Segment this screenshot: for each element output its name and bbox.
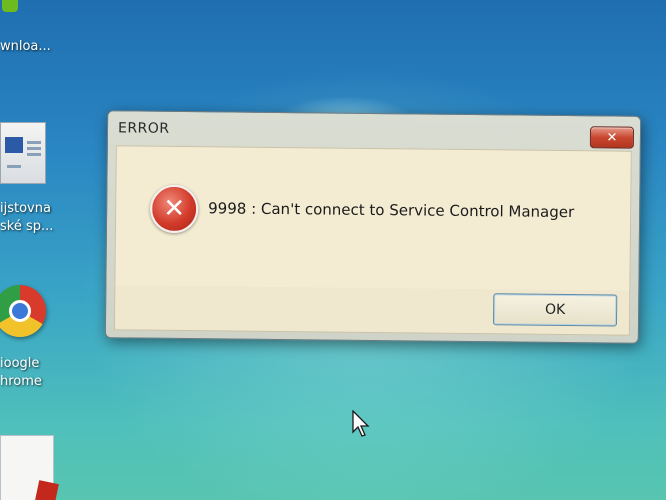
mouse-cursor-icon [352,410,370,437]
error-icon: ✕ [149,184,199,234]
dialog-content: ✕ 9998 : Can't connect to Service Contro… [114,145,632,293]
desktop-icon-label: hrome [0,374,42,389]
desktop-icon-label: wnloa... [0,39,51,54]
error-message: 9998 : Can't connect to Service Control … [208,199,575,222]
ok-button[interactable]: OK [492,293,618,327]
download-arrow-icon [2,0,18,12]
dialog-footer: OK [113,285,631,336]
desktop: wnloa... ijstovna ské sp... ioogle hrome… [0,0,666,500]
chrome-icon [0,285,46,337]
dialog-title: ERROR [117,120,170,137]
desktop-icon-label: ské sp... [0,219,54,234]
desktop-icon-label: ioogle [0,356,40,371]
desktop-icon-label: ijstovna [0,201,51,216]
close-icon: ✕ [606,129,618,146]
pdf-icon [0,435,54,500]
close-button[interactable]: ✕ [589,126,635,149]
dialog-titlebar[interactable]: ERROR ✕ [108,111,640,151]
error-dialog: ERROR ✕ ✕ 9998 : Can't connect to Servic… [104,110,642,344]
word-document-icon [0,122,46,184]
